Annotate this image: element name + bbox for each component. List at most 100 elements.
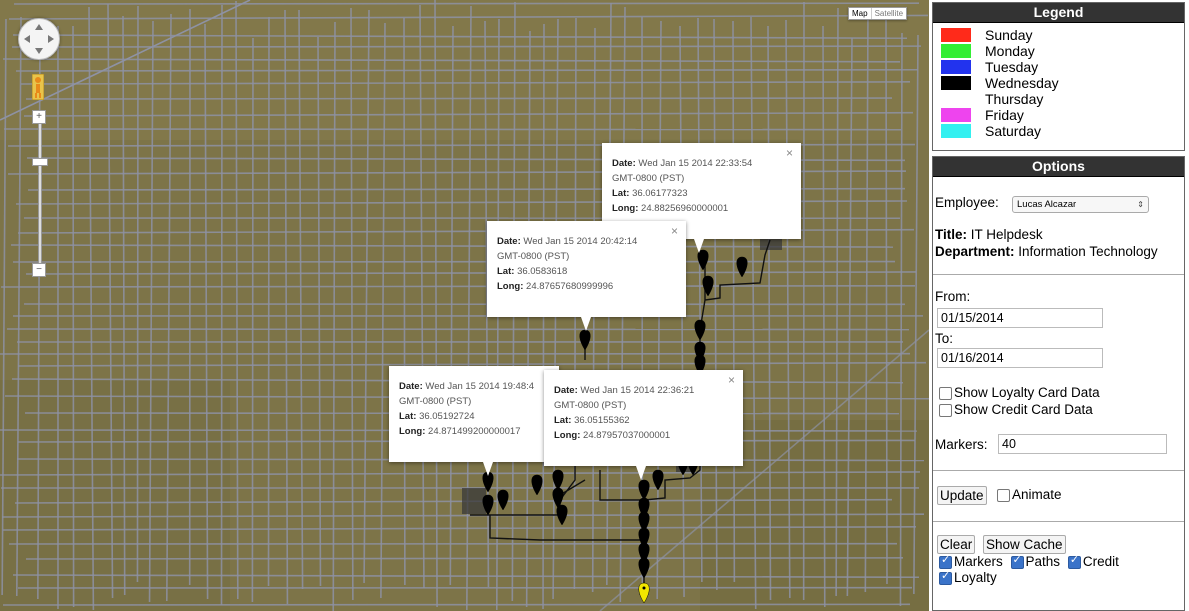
legend-list: Sunday Monday Tuesday Wednesday Thursday Frid…: [933, 23, 1184, 139]
lat-label: Lat:: [399, 411, 417, 422]
long-value: 24.871499200000017: [428, 426, 521, 437]
paths-toggle[interactable]: Paths: [1010, 553, 1061, 569]
current-marker-dot: [642, 586, 646, 590]
clear-button[interactable]: Clear: [937, 535, 976, 554]
date-label: Date:: [497, 236, 521, 247]
department-value: Information Technology: [1018, 244, 1158, 259]
lat-label: Lat:: [612, 188, 630, 199]
legend-label: Sunday: [985, 27, 1033, 43]
long-label: Long:: [612, 203, 639, 214]
credit-toggle[interactable]: Credit: [1067, 553, 1119, 569]
lat-value: 36.05192724: [419, 411, 475, 422]
show-loyalty-row[interactable]: Show Loyalty Card Data: [939, 385, 1100, 400]
markers-checkbox[interactable]: [939, 553, 952, 569]
road-line: [251, 37, 254, 603]
show-credit-label: Show Credit Card Data: [954, 402, 1093, 417]
map-type-satellite-button[interactable]: Satellite: [870, 8, 906, 19]
road-line: [136, 5, 139, 583]
select-arrows-icon: ⇕: [1137, 200, 1144, 209]
title-row: Title: IT Helpdesk: [935, 227, 1043, 242]
legend-item: Sunday: [933, 27, 1184, 43]
markers-input[interactable]: 40: [998, 434, 1167, 454]
to-date-input[interactable]: 01/16/2014: [937, 348, 1103, 368]
date-label: Date:: [399, 381, 423, 392]
road-line: [25, 557, 904, 560]
long-label: Long:: [399, 426, 426, 437]
zoom-in-button[interactable]: +: [32, 110, 46, 124]
loyalty-toggle[interactable]: Loyalty: [939, 569, 997, 585]
timezone-value: GMT-0800 (PST): [612, 173, 685, 184]
road-line: [2, 603, 911, 606]
legend-item: Wednesday: [933, 75, 1184, 91]
long-value: 24.88256960000001: [641, 203, 729, 214]
animate-label: Animate: [1012, 487, 1062, 502]
animate-checkbox[interactable]: [997, 488, 1010, 502]
options-title: Options: [933, 157, 1184, 177]
date-value: Wed Jan 15 2014 22:33:54: [638, 158, 753, 169]
long-label: Long:: [497, 281, 524, 292]
road-line: [25, 97, 893, 100]
legend-swatch: [941, 44, 971, 58]
title-value: IT Helpdesk: [970, 227, 1043, 242]
show-cache-button[interactable]: Show Cache: [983, 535, 1066, 554]
update-button[interactable]: Update: [937, 486, 987, 505]
legend-label: Wednesday: [985, 75, 1059, 91]
close-icon[interactable]: ×: [786, 146, 793, 161]
show-credit-row[interactable]: Show Credit Card Data: [939, 402, 1093, 417]
from-label: From:: [935, 289, 971, 304]
show-loyalty-checkbox[interactable]: [939, 386, 952, 400]
paths-checkbox[interactable]: [1010, 553, 1024, 569]
markers-toggle[interactable]: Markers: [939, 553, 1003, 569]
date-value: Wed Jan 15 2014 22:36:21: [580, 385, 695, 396]
pan-control[interactable]: [18, 18, 60, 60]
pan-arrows-icon: [24, 24, 54, 54]
road-line: [403, 17, 406, 586]
map-type-map-button[interactable]: Map: [849, 8, 871, 19]
zoom-out-button[interactable]: −: [32, 263, 46, 277]
to-label: To:: [935, 331, 954, 346]
department-label: Department:: [935, 244, 1015, 259]
show-credit-checkbox[interactable]: [939, 403, 952, 417]
employee-select[interactable]: Lucas Alcazar ⇕: [1012, 196, 1149, 213]
road-line: [6, 328, 910, 331]
legend-swatch: [941, 28, 971, 42]
zoom-slider-track[interactable]: [38, 118, 42, 270]
animate-row[interactable]: Animate: [997, 487, 1062, 502]
markers-toggle-label: Markers: [954, 554, 1003, 569]
paths-toggle-label: Paths: [1025, 554, 1061, 569]
info-window: × Date: Wed Jan 15 2014 22:36:21 GMT-080…: [544, 370, 743, 480]
map-view[interactable]: Map Satellite + − × Date: Wed Jan 15 201…: [0, 0, 929, 611]
zoom-slider-thumb[interactable]: [32, 158, 48, 166]
legend-swatch: [941, 76, 971, 90]
layer-toggles: Markers Paths Credit: [939, 553, 1119, 569]
legend-label: Monday: [985, 43, 1035, 59]
divider: [933, 521, 1184, 522]
legend-item: Tuesday: [933, 59, 1184, 75]
pegman-icon[interactable]: [31, 73, 45, 101]
legend-swatch: [941, 60, 971, 74]
lat-value: 36.05155362: [574, 415, 630, 426]
legend-item: Friday: [933, 107, 1184, 123]
from-date-input[interactable]: 01/15/2014: [937, 308, 1103, 328]
long-value: 24.87657680999996: [526, 281, 614, 292]
credit-toggle-label: Credit: [1082, 554, 1119, 569]
credit-checkbox[interactable]: [1067, 553, 1081, 569]
road-line: [13, 2, 920, 5]
options-panel: Options Employee: Lucas Alcazar ⇕ Title:…: [932, 156, 1185, 611]
loyalty-checkbox[interactable]: [939, 569, 952, 585]
legend-item: Monday: [933, 43, 1184, 59]
legend-label: Saturday: [985, 123, 1042, 139]
legend-swatch: [941, 124, 971, 138]
divider: [933, 470, 1184, 471]
lat-value: 36.06177323: [632, 188, 688, 199]
legend-swatch: [941, 108, 971, 122]
employee-label: Employee:: [935, 195, 999, 210]
map-canvas[interactable]: [0, 0, 929, 611]
legend-panel: Legend Sunday Monday Tuesday Wednesday Thurs…: [932, 2, 1185, 151]
close-icon[interactable]: ×: [671, 224, 678, 239]
timezone-value: GMT-0800 (PST): [399, 396, 472, 407]
date-label: Date:: [612, 158, 636, 169]
lat-label: Lat:: [497, 266, 515, 277]
map-type-control[interactable]: Map Satellite: [848, 7, 908, 20]
close-icon[interactable]: ×: [728, 373, 735, 388]
